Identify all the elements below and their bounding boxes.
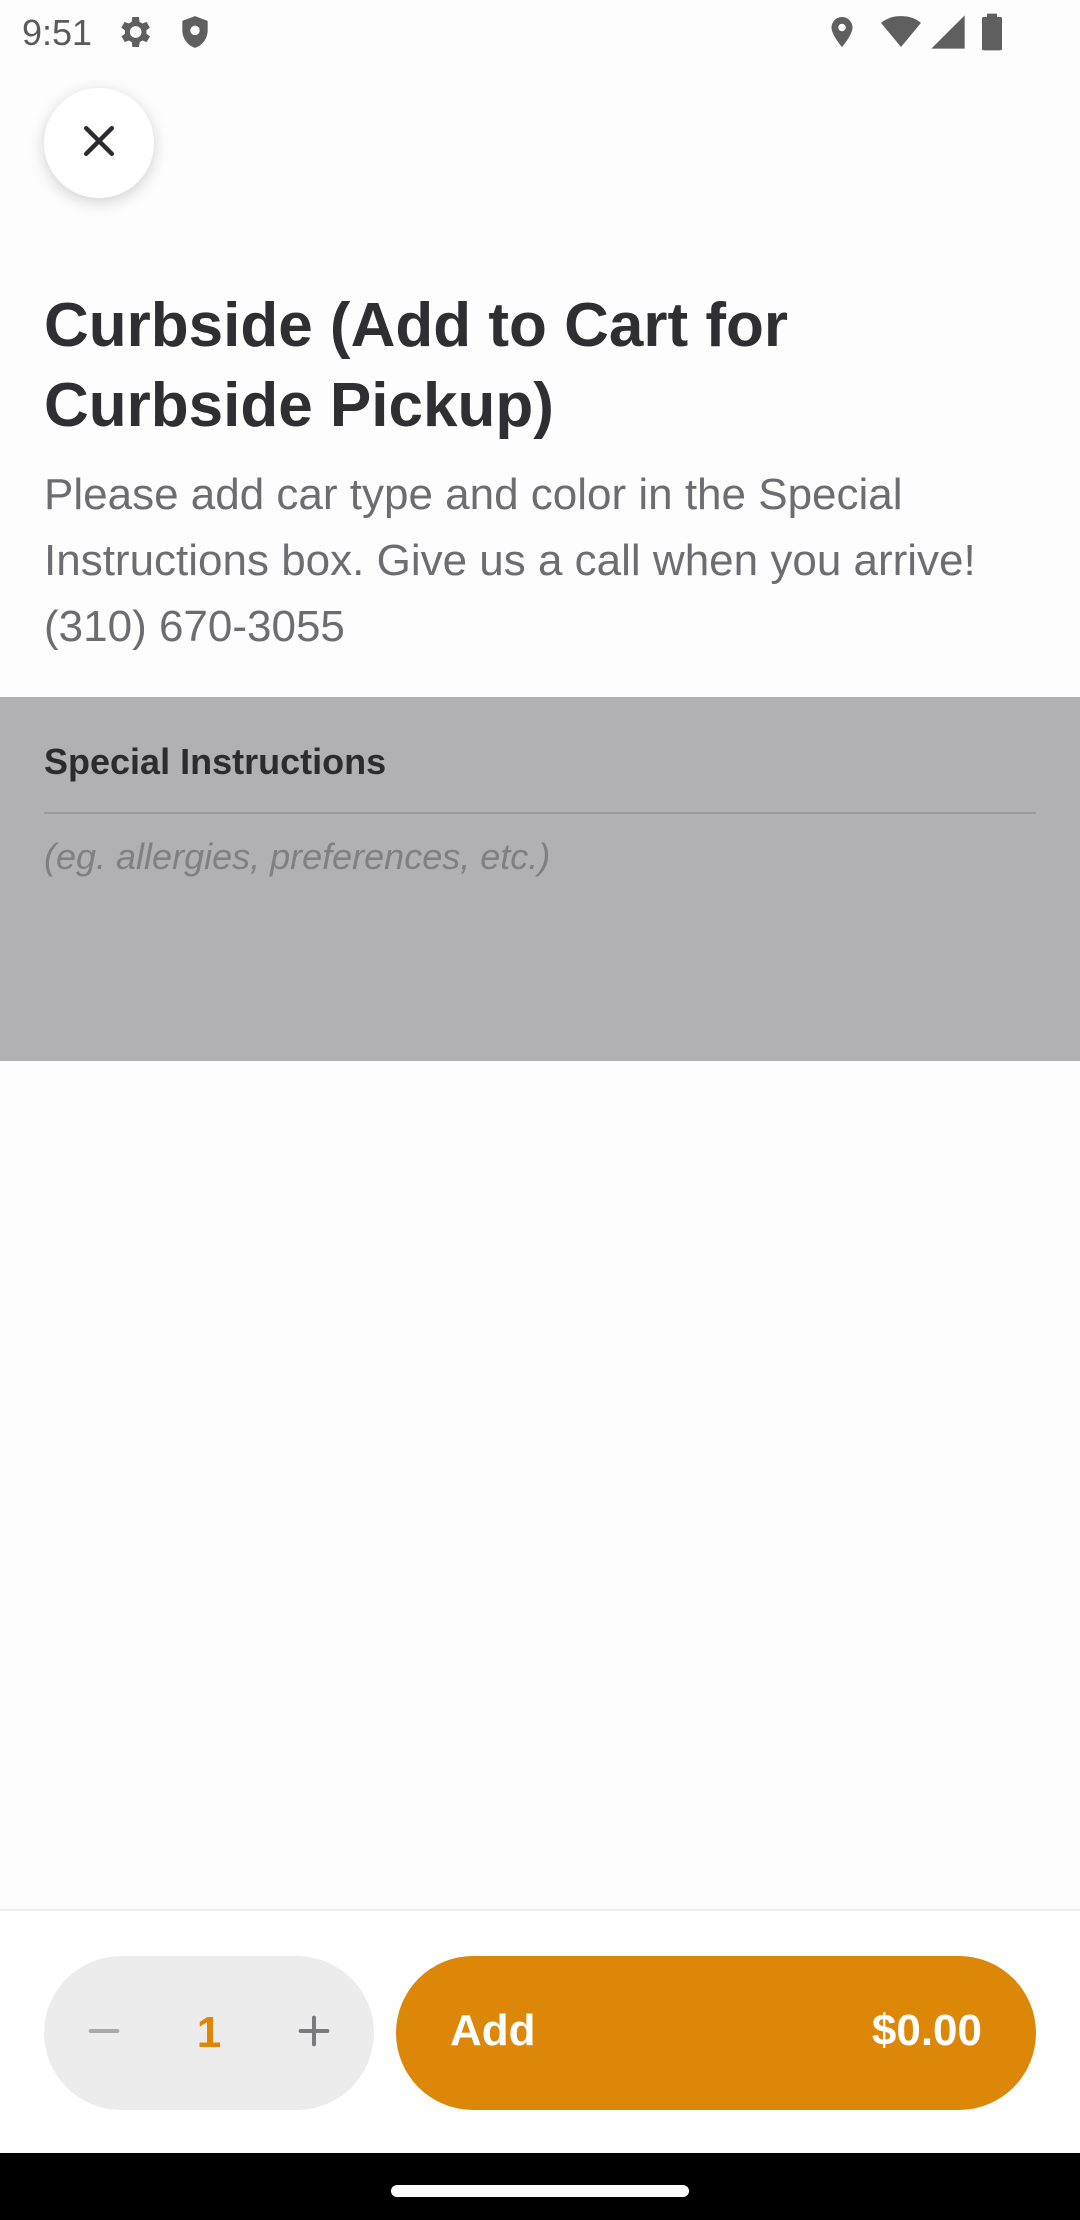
minus-icon [84, 2011, 124, 2056]
special-instructions-label: Special Instructions [44, 741, 387, 782]
battery-icon [978, 12, 1006, 57]
item-title: Curbside (Add to Cart for Curbside Picku… [44, 291, 788, 440]
system-nav-bar [0, 2153, 1080, 2220]
bottom-action-bar: 1 Add $0.00 [0, 1911, 1080, 2153]
status-bar: 9:51 [0, 0, 1080, 66]
divider [44, 812, 1036, 814]
special-instructions-input[interactable] [44, 827, 1036, 1037]
home-indicator[interactable] [391, 2185, 689, 2197]
location-icon [824, 12, 860, 57]
wifi-icon [880, 12, 922, 57]
gear-icon [114, 12, 154, 57]
status-time: 9:51 [22, 12, 93, 53]
close-icon [77, 119, 121, 168]
quantity-value: 1 [196, 2008, 222, 2057]
special-instructions-section: Special Instructions [0, 697, 1080, 1061]
shield-icon [176, 12, 214, 57]
plus-icon [294, 2011, 334, 2056]
add-to-cart-button[interactable]: Add $0.00 [396, 1956, 1036, 2110]
decrease-quantity-button[interactable] [64, 1993, 144, 2073]
item-description: Please add car type and color in the Spe… [44, 470, 976, 651]
close-button[interactable] [44, 88, 154, 198]
item-detail-screen: 9:51 Curbside (Add to Cart for Curbside … [0, 0, 1080, 2220]
quantity-stepper: 1 [44, 1956, 374, 2110]
increase-quantity-button[interactable] [274, 1993, 354, 2073]
add-button-price: $0.00 [871, 2006, 982, 2055]
add-button-label: Add [450, 2006, 536, 2055]
signal-icon [928, 12, 968, 57]
